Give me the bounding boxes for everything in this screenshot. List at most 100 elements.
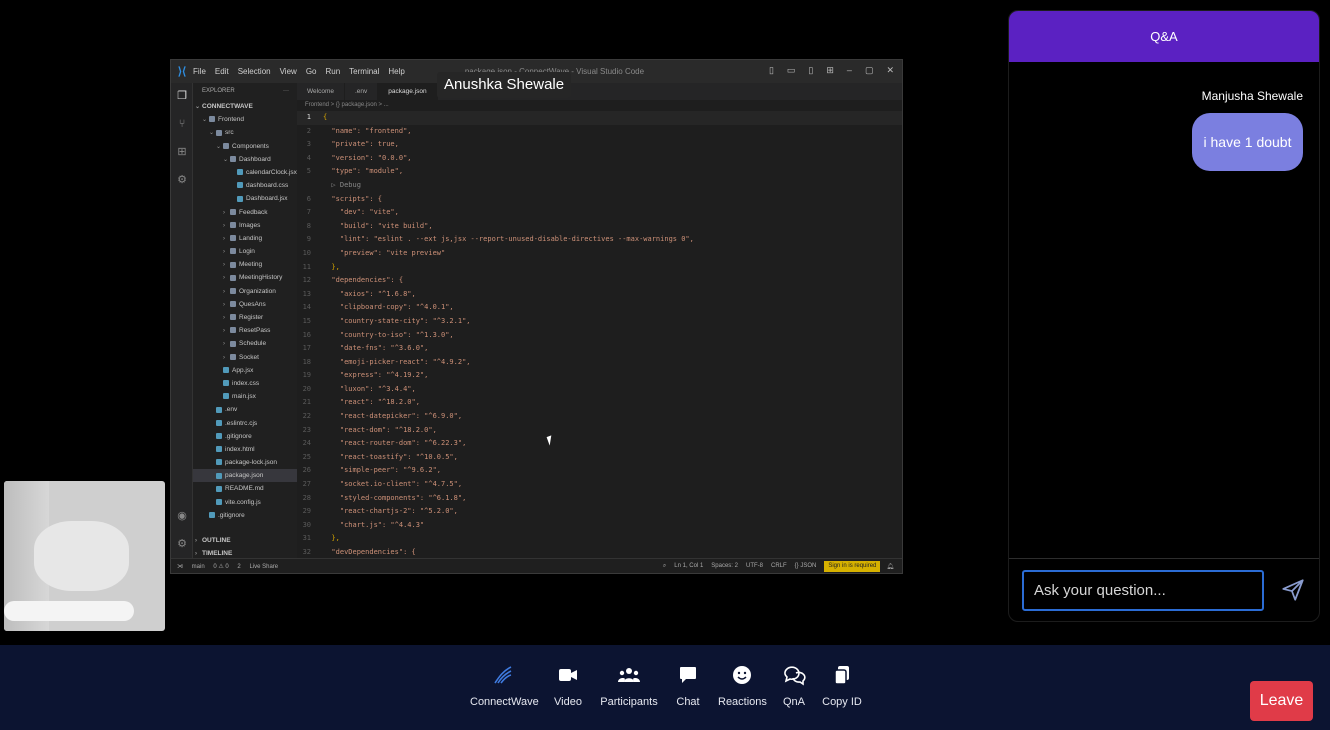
breadcrumb[interactable]: Frontend > {} package.json > ... (297, 100, 902, 111)
tree-item[interactable]: vite.config.js (193, 496, 297, 509)
code-text: "emoji-picker-react": "^4.9.2", (323, 357, 471, 366)
tree-item[interactable]: index.css (193, 377, 297, 390)
tree-item[interactable]: App.jsx (193, 364, 297, 377)
remote-icon[interactable]: ⚙ (175, 173, 189, 187)
outline-section[interactable]: › OUTLINE (193, 534, 297, 547)
code-line: 3 "private": true, (297, 138, 902, 152)
code-text: { (323, 113, 328, 121)
status-indent[interactable]: Spaces: 2 (711, 563, 738, 569)
line-number: 22 (302, 412, 311, 421)
tree-item[interactable]: › Login (193, 245, 297, 258)
line-number: 28 (302, 493, 311, 502)
tree-item[interactable]: › Schedule (193, 337, 297, 350)
send-icon[interactable] (1280, 577, 1306, 603)
status-language[interactable]: {} JSON (795, 563, 817, 569)
tree-item[interactable]: ⌄ src (193, 126, 297, 139)
menu-run[interactable]: Run (325, 67, 340, 76)
tree-item[interactable]: .gitignore (193, 509, 297, 522)
menu-help[interactable]: Help (388, 67, 404, 76)
tree-item[interactable]: ⌄ Dashboard (193, 153, 297, 166)
status-encoding[interactable]: UTF-8 (746, 563, 763, 569)
layout-panel-icon[interactable]: ▭ (787, 65, 796, 76)
folder-icon (230, 353, 236, 360)
code-text: "express": "^4.19.2", (323, 371, 429, 380)
menu-file[interactable]: File (193, 67, 206, 76)
more-actions-icon[interactable]: ··· (283, 83, 289, 100)
tree-item-label: QuesAns (239, 300, 266, 308)
tree-item[interactable]: package.json (193, 469, 297, 483)
tree-item[interactable]: › MeetingHistory (193, 271, 297, 284)
tree-item[interactable]: dashboard.css (193, 179, 297, 192)
sidebar-footer: › OUTLINE › TIMELINE (193, 534, 297, 560)
code-editor[interactable]: 1{2 "name": "frontend", 3 "private": true… (297, 111, 902, 560)
tree-item[interactable]: › Socket (193, 351, 297, 364)
explorer-icon[interactable]: ❐ (175, 89, 189, 103)
remote-status-icon[interactable]: ⋊ (177, 564, 183, 570)
extensions-icon[interactable]: ⊞ (175, 145, 189, 159)
tree-item[interactable]: › Landing (193, 232, 297, 245)
customize-layout-icon[interactable]: ⊞ (826, 65, 834, 76)
source-control-icon[interactable]: ⑂ (175, 117, 189, 131)
tree-item[interactable]: package-lock.json (193, 456, 297, 469)
tree-item[interactable]: Dashboard.jsx (193, 192, 297, 205)
tree-item-label: ResetPass (239, 327, 271, 335)
copy-id-button[interactable]: Copy ID (822, 663, 862, 708)
tree-item[interactable]: ⌄ Frontend (193, 113, 297, 126)
line-number: 19 (302, 371, 311, 380)
tab-env[interactable]: .env (345, 83, 379, 100)
status-live-share[interactable]: Live Share (249, 564, 278, 570)
tree-item[interactable]: .eslintrc.cjs (193, 417, 297, 430)
qa-panel: Q&A Manjusha Shewale i have 1 doubt (1008, 10, 1320, 622)
status-eol[interactable]: CRLF (771, 563, 787, 569)
close-icon[interactable]: ✕ (886, 65, 894, 76)
notifications-icon[interactable]: 🔔︎ (886, 563, 894, 570)
tree-item[interactable]: › ResetPass (193, 324, 297, 337)
tree-item[interactable]: .gitignore (193, 430, 297, 443)
tree-item[interactable]: calendarClock.jsx (193, 166, 297, 179)
question-input[interactable] (1022, 570, 1264, 611)
tree-item[interactable]: › Meeting (193, 258, 297, 271)
menu-go[interactable]: Go (306, 67, 317, 76)
account-icon[interactable]: ◉ (175, 509, 189, 523)
video-button[interactable]: Video (551, 663, 585, 708)
menu-selection[interactable]: Selection (238, 67, 271, 76)
tab-welcome[interactable]: Welcome (297, 83, 345, 100)
tree-item[interactable]: › QuesAns (193, 298, 297, 311)
tree-item[interactable]: README.md (193, 482, 297, 495)
tree-item[interactable]: index.html (193, 443, 297, 456)
status-problems[interactable]: 0 ⚠ 0 (213, 564, 228, 570)
chat-button[interactable]: Chat (672, 663, 704, 708)
minimize-icon[interactable]: – (847, 65, 852, 76)
tree-item[interactable]: .env (193, 403, 297, 416)
tab-package-json[interactable]: package.json (378, 83, 438, 100)
code-text: "country-state-city": "^3.2.1", (323, 316, 471, 325)
layout-icon[interactable]: ▯ (769, 65, 774, 76)
code-line: 18 "emoji-picker-react": "^4.9.2", (297, 356, 902, 370)
workspace-root[interactable]: ⌄ CONNECTWAVE (193, 100, 297, 113)
status-ports[interactable]: 2 (237, 564, 240, 570)
menu-terminal[interactable]: Terminal (349, 67, 379, 76)
tree-item[interactable]: › Register (193, 311, 297, 324)
menu-edit[interactable]: Edit (215, 67, 229, 76)
layout-sidebar-icon[interactable]: ▯ (808, 65, 813, 76)
connectwave-brand-button[interactable]: ConnectWave (470, 663, 539, 708)
status-cursor-pos[interactable]: Ln 1, Col 1 (674, 563, 703, 569)
zoom-icon[interactable]: ⌕ (663, 563, 666, 570)
leave-button[interactable]: Leave (1250, 681, 1313, 721)
settings-gear-icon[interactable]: ⚙ (175, 537, 189, 551)
tree-item[interactable]: › Organization (193, 285, 297, 298)
participants-button[interactable]: Participants (600, 663, 658, 708)
menu-view[interactable]: View (280, 67, 297, 76)
tree-item[interactable]: main.jsx (193, 390, 297, 403)
status-branch[interactable]: main (192, 564, 205, 570)
tree-item-label: dashboard.css (246, 182, 289, 190)
maximize-icon[interactable]: ▢ (865, 65, 874, 76)
tree-item[interactable]: › Images (193, 219, 297, 232)
status-signin-warning[interactable]: Sign in is required (824, 560, 881, 572)
tree-item[interactable]: ⌄ Components (193, 140, 297, 153)
tree-item[interactable]: › Feedback (193, 206, 297, 219)
reactions-button[interactable]: Reactions (718, 663, 767, 708)
code-line: 27 "socket.io-client": "^4.7.5", (297, 478, 902, 492)
status-bar: ⋊ main 0 ⚠ 0 2 Live Share ⌕ Ln 1, Col 1 … (171, 558, 902, 573)
qna-button[interactable]: QnA (780, 663, 808, 708)
